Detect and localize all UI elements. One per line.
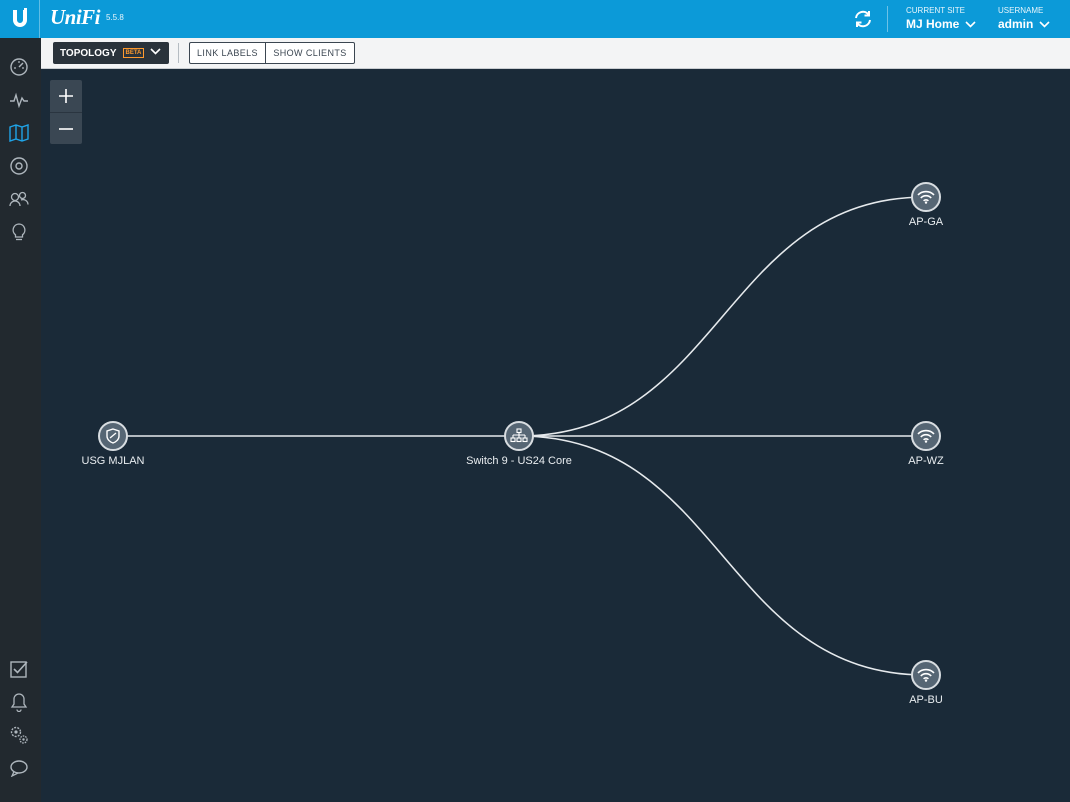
shield-icon xyxy=(105,428,121,444)
sidebar-item-chat[interactable] xyxy=(7,756,31,780)
checkbox-icon xyxy=(10,661,28,678)
site-value: MJ Home xyxy=(906,17,960,31)
top-header: UniFi 5.5.8 CURRENT SITE MJ Home USERNAM… xyxy=(0,0,1070,38)
beta-badge: BETA xyxy=(122,48,145,58)
brand-name: UniFi xyxy=(50,5,101,29)
toolbar-divider xyxy=(178,43,179,63)
device-label-usg: USG MJLAN xyxy=(81,455,145,467)
wifi-icon xyxy=(917,429,935,443)
device-label-ap-bu: AP-BU xyxy=(909,694,943,706)
link-switch-ap-bu xyxy=(518,435,927,676)
user-label: USERNAME xyxy=(998,6,1044,15)
sidebar-item-insights[interactable] xyxy=(7,220,31,244)
device-label-ap-ga: AP-GA xyxy=(908,216,944,228)
device-node-switch[interactable] xyxy=(504,421,534,451)
device-label-ap-wz: AP-WZ xyxy=(908,455,944,467)
device-label-switch: Switch 9 - US24 Core xyxy=(466,455,572,467)
user-value: admin xyxy=(998,17,1034,31)
chevron-down-icon xyxy=(965,20,976,28)
topology-label: TOPOLOGY xyxy=(60,47,117,59)
sidebar-item-map[interactable] xyxy=(7,121,31,145)
map-icon xyxy=(9,124,29,142)
chevron-down-icon xyxy=(1039,20,1050,28)
device-node-ap-ga[interactable] xyxy=(911,182,941,212)
sidebar xyxy=(0,38,41,802)
topology-dropdown[interactable]: TOPOLOGY BETA xyxy=(53,42,169,64)
wifi-icon xyxy=(917,190,935,204)
site-label: CURRENT SITE xyxy=(906,6,965,15)
sidebar-item-devices[interactable] xyxy=(7,154,31,178)
pulse-icon xyxy=(10,92,28,108)
ubiquiti-logo[interactable] xyxy=(0,0,40,38)
bell-icon xyxy=(10,693,28,712)
sidebar-item-statistics[interactable] xyxy=(7,88,31,112)
sidebar-item-alerts[interactable] xyxy=(7,690,31,714)
sidebar-item-clients[interactable] xyxy=(7,187,31,211)
lightbulb-icon xyxy=(12,223,26,241)
dashboard-icon xyxy=(10,58,28,76)
sidebar-item-settings[interactable] xyxy=(7,723,31,747)
show-clients-toggle[interactable]: SHOW CLIENTS xyxy=(265,42,355,64)
device-node-usg[interactable] xyxy=(98,421,128,451)
chat-icon xyxy=(10,760,28,777)
link-labels-toggle[interactable]: LINK LABELS xyxy=(189,42,266,64)
device-node-ap-wz[interactable] xyxy=(911,421,941,451)
device-node-ap-bu[interactable] xyxy=(911,660,941,690)
chevron-down-icon xyxy=(150,48,161,55)
devices-icon xyxy=(10,157,28,175)
refresh-icon[interactable] xyxy=(852,8,874,30)
wifi-icon xyxy=(917,668,935,682)
gears-icon xyxy=(10,726,28,744)
user-menu[interactable]: USERNAME admin xyxy=(998,6,1050,31)
site-selector[interactable]: CURRENT SITE MJ Home xyxy=(906,6,976,31)
ubiquiti-u-icon xyxy=(12,8,27,27)
network-switch-icon xyxy=(510,428,528,444)
map-toolbar: TOPOLOGY BETA LINK LABELS SHOW CLIENTS xyxy=(41,38,1070,69)
version-number: 5.5.8 xyxy=(106,13,124,22)
clients-icon xyxy=(9,191,29,207)
sidebar-item-dashboard[interactable] xyxy=(7,55,31,79)
topology-map[interactable]: USG MJLAN Switch 9 - US24 Core AP-GA AP-WZ A… xyxy=(41,69,1070,802)
sidebar-item-events[interactable] xyxy=(7,657,31,681)
header-divider xyxy=(887,6,888,32)
link-switch-ap-ga xyxy=(518,196,927,437)
